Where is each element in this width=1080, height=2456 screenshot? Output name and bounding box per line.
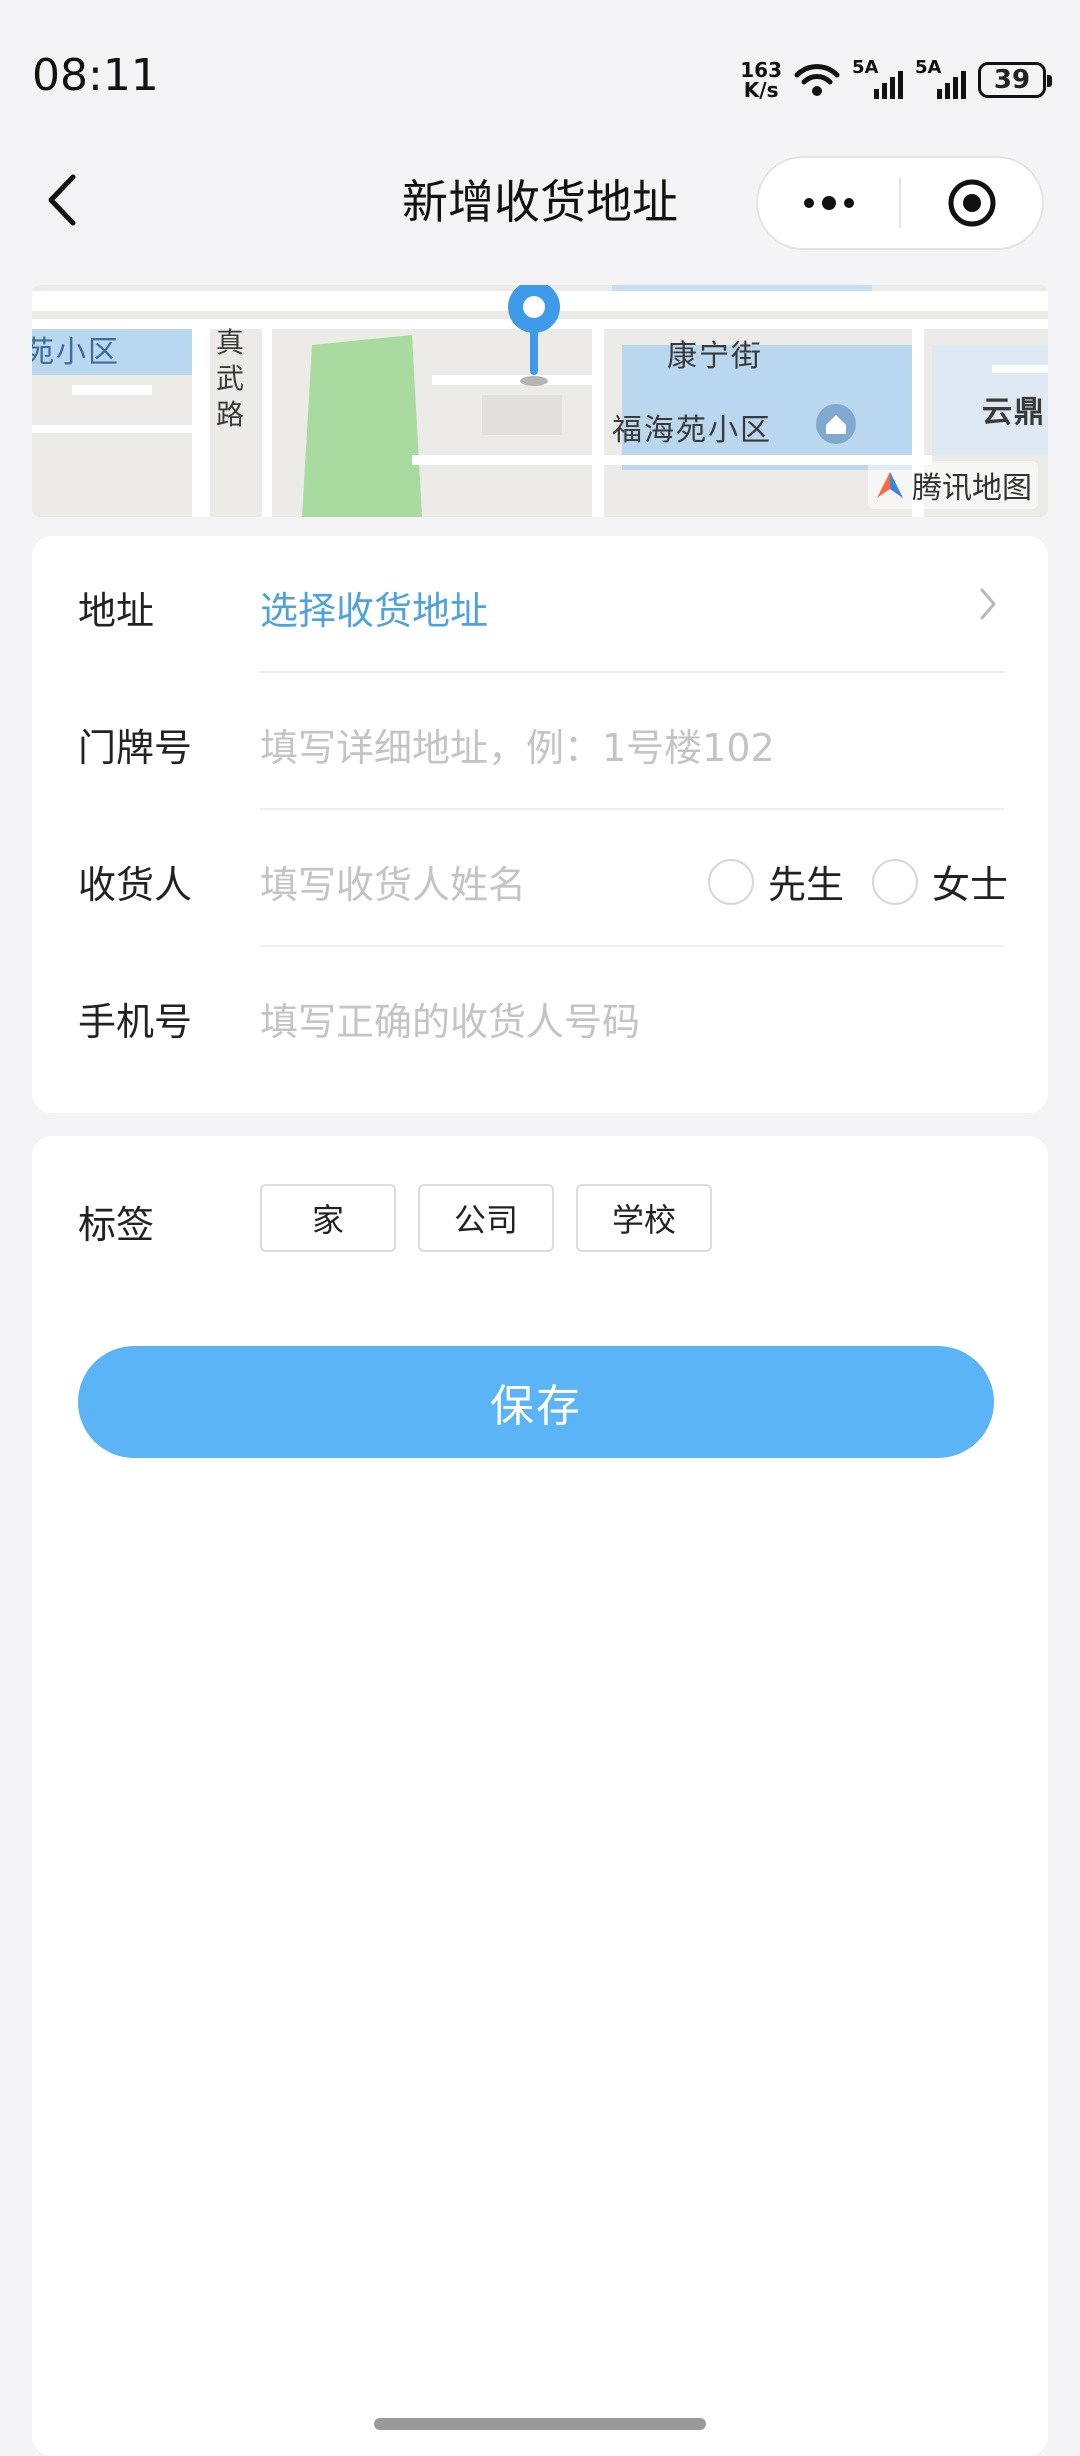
- map-preview[interactable]: 苑小区 真武路 康宁街 福海苑小区 云鼎 腾讯地图: [32, 285, 1048, 517]
- wifi-icon: [794, 64, 840, 96]
- close-miniprogram-button[interactable]: [901, 158, 1042, 248]
- door-number-row: 门牌号 填写详细地址，例：1号楼102: [32, 673, 1048, 810]
- radio-circle: [708, 858, 754, 905]
- map-provider-logo: 腾讯地图: [868, 461, 1038, 509]
- home-indicator[interactable]: [374, 2418, 706, 2430]
- receiver-name-input[interactable]: 填写收货人姓名: [260, 854, 526, 909]
- address-label: 地址: [78, 589, 155, 633]
- tag-company[interactable]: 公司: [418, 1184, 554, 1252]
- signal-icon-sim2: 5A: [915, 57, 966, 99]
- status-icons: 163 K/s 5A 5A 39: [740, 56, 1052, 104]
- radio-ms[interactable]: 女士: [872, 854, 1008, 909]
- map-label-left-area: 苑小区: [32, 335, 120, 370]
- network-speed: 163 K/s: [740, 58, 782, 102]
- nav-bar: 新增收货地址: [0, 150, 1080, 268]
- tag-home[interactable]: 家: [260, 1184, 396, 1252]
- phone-label: 手机号: [78, 1000, 193, 1044]
- receiver-row: 收货人 填写收货人姓名 先生 女士: [32, 810, 1048, 947]
- more-dots-icon: [803, 196, 854, 210]
- community-home-icon: [816, 404, 856, 444]
- radio-circle: [872, 858, 918, 905]
- battery-icon: 39: [978, 62, 1052, 98]
- chevron-right-icon: [980, 588, 996, 620]
- select-address-link[interactable]: 选择收货地址: [260, 580, 488, 635]
- address-row[interactable]: 地址 选择收货地址: [32, 536, 1048, 673]
- radio-ms-label: 女士: [932, 863, 1009, 907]
- address-form-card: 地址 选择收货地址 门牌号 填写详细地址，例：1号楼102 收货人 填写收货人姓…: [32, 536, 1048, 1113]
- save-button[interactable]: 保存: [78, 1346, 994, 1458]
- target-icon: [948, 179, 995, 227]
- mini-program-capsule: [756, 156, 1044, 250]
- more-button[interactable]: [758, 158, 899, 248]
- tags-card: 标签 家 公司 学校 保存: [32, 1136, 1048, 2456]
- map-label-right-edge: 云鼎: [982, 395, 1046, 430]
- back-button[interactable]: [32, 170, 92, 230]
- location-pin-icon: [508, 285, 560, 386]
- status-bar: 08:11 163 K/s 5A 5A 39: [0, 0, 1080, 150]
- door-number-label: 门牌号: [78, 726, 193, 770]
- status-time: 08:11: [32, 50, 159, 101]
- door-number-input[interactable]: 填写详细地址，例：1号楼102: [260, 717, 775, 772]
- radio-mr-label: 先生: [768, 863, 845, 907]
- tags-label: 标签: [78, 1203, 155, 1247]
- signal-icon-sim1: 5A: [852, 57, 903, 99]
- map-label-road: 真武路: [216, 326, 247, 431]
- phone-input[interactable]: 填写正确的收货人号码: [260, 991, 640, 1046]
- map-label-community: 福海苑小区: [612, 413, 772, 448]
- radio-mr[interactable]: 先生: [708, 854, 844, 909]
- receiver-label: 收货人: [78, 863, 193, 907]
- phone-row: 手机号 填写正确的收货人号码: [32, 947, 1048, 1084]
- map-label-street: 康宁街: [667, 339, 763, 374]
- chevron-left-icon: [48, 174, 76, 226]
- tencent-map-icon: [877, 472, 903, 498]
- tag-school[interactable]: 学校: [576, 1184, 712, 1252]
